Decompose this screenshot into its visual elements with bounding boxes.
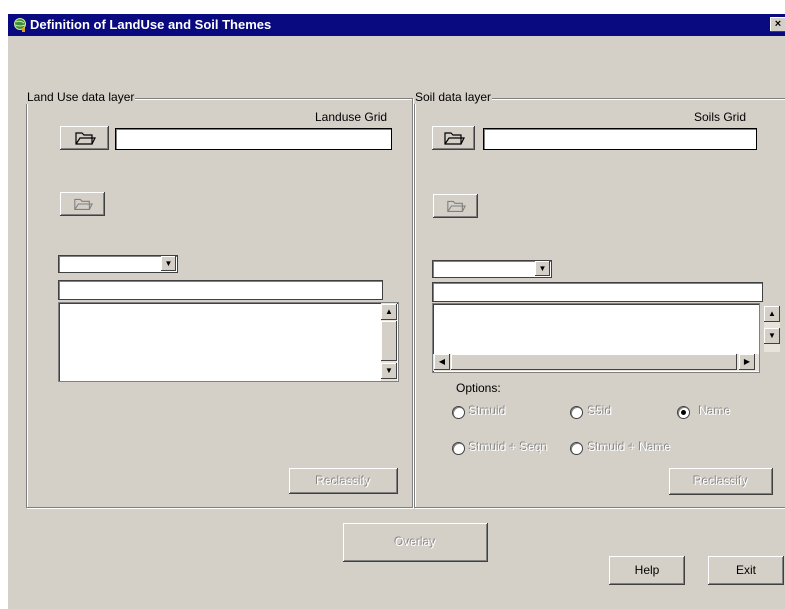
soil-text-field[interactable] bbox=[432, 282, 763, 302]
exit-button[interactable]: Exit bbox=[708, 556, 784, 585]
folder-disabled-icon bbox=[73, 198, 93, 210]
options-label: Options: bbox=[456, 381, 501, 395]
help-button[interactable]: Help bbox=[609, 556, 685, 585]
open-folder-icon bbox=[74, 132, 96, 145]
close-button[interactable]: × bbox=[770, 17, 785, 32]
soil-list-vscrollbar[interactable]: ▲ ▼ bbox=[764, 306, 780, 352]
scroll-left-icon[interactable]: ◀ bbox=[434, 354, 450, 370]
landuse-grid-field[interactable] bbox=[115, 128, 392, 150]
landuse-open-button[interactable] bbox=[60, 126, 109, 150]
landuse-list-scrollbar[interactable]: ▲ ▼ bbox=[381, 303, 397, 381]
dialog-window: Definition of LandUse and Soil Themes × … bbox=[8, 14, 785, 609]
option-stmuid-seqn-label: Stmuid + Seqn bbox=[469, 440, 549, 454]
option-stmuid-label: Stmuid bbox=[469, 404, 507, 418]
option-stmuid-name-label: Stmuid + Name bbox=[588, 440, 672, 454]
scroll-down-icon[interactable]: ▼ bbox=[381, 363, 397, 379]
dropdown-arrow-icon[interactable]: ▼ bbox=[161, 256, 176, 271]
landuse-open-disabled-button bbox=[60, 192, 105, 216]
globe-app-icon bbox=[14, 18, 26, 32]
option-name-radio[interactable] bbox=[677, 406, 690, 419]
landuse-list[interactable]: ▲ ▼ bbox=[58, 302, 399, 382]
open-folder-icon bbox=[443, 132, 465, 145]
title-bar: Definition of LandUse and Soil Themes × bbox=[8, 14, 785, 36]
landuse-reclassify-button[interactable]: Reclassify bbox=[289, 468, 398, 494]
scroll-thumb[interactable] bbox=[381, 321, 397, 361]
soil-grid-field[interactable] bbox=[483, 128, 757, 150]
overlay-button[interactable]: Overlay bbox=[343, 523, 488, 562]
option-s5id-radio[interactable] bbox=[570, 406, 583, 419]
option-stmuid-name-radio[interactable] bbox=[570, 442, 583, 455]
option-name-label: Name bbox=[699, 404, 732, 418]
soil-combo[interactable]: ▼ bbox=[432, 260, 552, 278]
scroll-right-icon[interactable]: ▶ bbox=[739, 354, 755, 370]
landuse-text-field[interactable] bbox=[58, 280, 383, 300]
option-stmuid-seqn-radio[interactable] bbox=[452, 442, 465, 455]
soil-group-label: Soil data layer bbox=[414, 90, 493, 104]
landuse-grid-label: Landuse Grid bbox=[315, 110, 388, 124]
hscroll-thumb[interactable] bbox=[451, 354, 737, 370]
scroll-up-icon[interactable]: ▲ bbox=[381, 304, 397, 320]
option-stmuid-radio[interactable] bbox=[452, 406, 465, 419]
folder-disabled-icon bbox=[446, 200, 466, 212]
soil-open-disabled-button bbox=[433, 194, 478, 218]
window-title: Definition of LandUse and Soil Themes bbox=[30, 17, 272, 32]
soil-list[interactable]: ◀ ▶ bbox=[432, 303, 760, 373]
soil-reclassify-button[interactable]: Reclassify bbox=[669, 468, 773, 495]
selected-dot bbox=[681, 410, 686, 415]
soil-open-button[interactable] bbox=[432, 126, 475, 150]
landuse-group-label: Land Use data layer bbox=[26, 90, 136, 104]
option-s5id-label: S5id bbox=[588, 404, 613, 418]
soil-grid-label: Soils Grid bbox=[694, 110, 747, 124]
scroll-down-icon[interactable]: ▼ bbox=[764, 328, 780, 344]
soil-list-hscrollbar[interactable]: ◀ ▶ bbox=[433, 354, 759, 371]
scroll-up-icon[interactable]: ▲ bbox=[764, 306, 780, 322]
dropdown-arrow-icon[interactable]: ▼ bbox=[535, 261, 550, 276]
landuse-combo[interactable]: ▼ bbox=[58, 255, 178, 273]
